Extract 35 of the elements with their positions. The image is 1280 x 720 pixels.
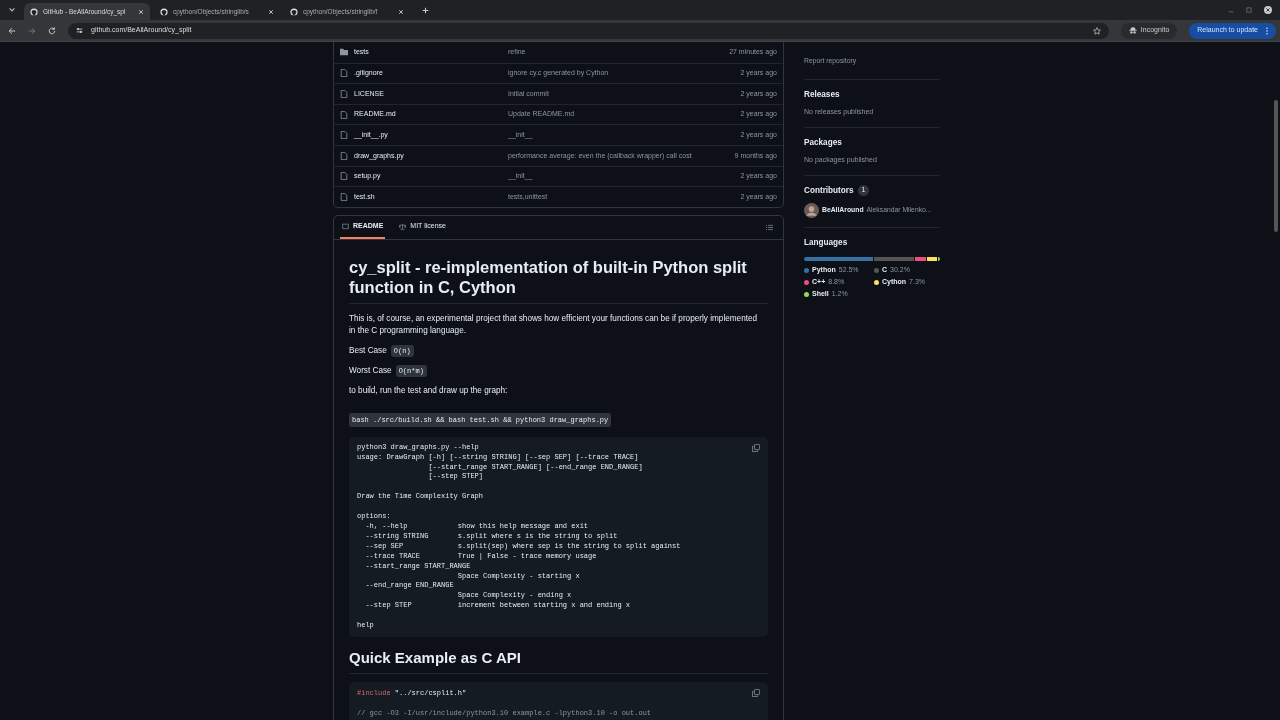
folder-icon: [340, 48, 348, 57]
scrollbar-thumb[interactable]: [1274, 100, 1278, 232]
section-heading: Packages: [804, 136, 843, 149]
section-heading: Releases: [804, 89, 841, 101]
readme-paragraph: This is, of course, an experimental project that shows how efficient your functions can be if properly implemented in the C programming language.: [349, 312, 759, 337]
star-icon[interactable]: [1092, 26, 1101, 35]
github-icon: [290, 7, 298, 16]
copy-icon[interactable]: [752, 688, 760, 697]
readme-title: cy_split - re-implementation of built-in Python split function in C, Cython: [349, 256, 768, 304]
outline-icon[interactable]: [766, 223, 773, 231]
scale-icon: [399, 222, 407, 230]
github-icon: [30, 7, 38, 16]
back-icon[interactable]: [8, 26, 16, 35]
file-icon: [340, 192, 348, 201]
tab-list-icon[interactable]: [8, 6, 16, 14]
reload-icon[interactable]: [48, 26, 56, 35]
section-heading: Quick Example as C API: [349, 648, 768, 674]
file-icon: [340, 131, 348, 140]
avatar-icon[interactable]: [804, 202, 819, 218]
section-heading: Languages: [804, 236, 849, 249]
close-icon[interactable]: [1264, 6, 1272, 14]
new-tab-icon[interactable]: [422, 6, 429, 14]
github-icon: [160, 7, 168, 16]
section-heading: Contributors: [804, 184, 854, 197]
copy-icon[interactable]: [752, 443, 760, 452]
file-icon: [340, 110, 348, 119]
file-icon: [340, 69, 348, 78]
incognito-icon: [1128, 27, 1137, 34]
readme-paragraph: to build, run the test and draw up the graph:: [349, 384, 509, 397]
file-icon: [340, 172, 348, 181]
file-icon: [340, 151, 348, 160]
readme-text: Worst Case: [349, 364, 392, 377]
site-settings-icon[interactable]: [76, 27, 83, 34]
readme-text: Best Case: [349, 344, 387, 357]
file-icon: [340, 90, 348, 98]
